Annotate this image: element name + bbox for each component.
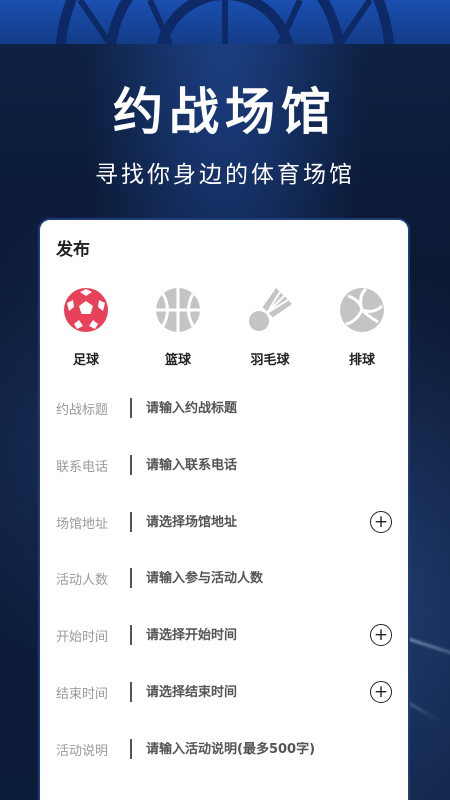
phone-input[interactable]: [146, 457, 408, 473]
field-row-description: 活动说明: [40, 734, 408, 764]
field-row-address: 场馆地址 +: [40, 507, 408, 537]
add-end-time-button[interactable]: +: [370, 681, 392, 703]
sport-option-basketball[interactable]: 篮球: [132, 286, 224, 368]
soccer-ball-icon: [64, 288, 108, 332]
start-time-input[interactable]: [146, 627, 370, 643]
field-divider: [130, 739, 132, 759]
basketball-icon: [156, 288, 200, 332]
field-row-title: 约战标题: [40, 393, 408, 423]
page-title: 约战场馆: [113, 83, 337, 141]
field-label: 联系电话: [56, 459, 109, 475]
field-divider: [130, 625, 132, 645]
page-subtitle: 寻找你身边的体育场馆: [95, 162, 355, 188]
sport-label: 篮球: [164, 353, 191, 368]
sport-label: 排球: [348, 353, 375, 368]
field-label: 约战标题: [56, 402, 109, 418]
field-label: 活动说明: [56, 743, 109, 759]
field-label: 场馆地址: [56, 516, 109, 532]
field-divider: [130, 455, 132, 475]
field-label: 开始时间: [56, 629, 109, 645]
stadium-arch-graphic: [55, 0, 395, 44]
field-row-end-time: 结束时间 +: [40, 677, 408, 707]
participants-input[interactable]: [146, 570, 408, 586]
field-divider: [130, 568, 132, 588]
sport-option-badminton[interactable]: 羽毛球: [224, 286, 316, 368]
sport-label: 足球: [72, 353, 99, 368]
add-start-time-button[interactable]: +: [370, 624, 392, 646]
shuttlecock-icon: [249, 288, 292, 331]
sport-label: 羽毛球: [250, 353, 290, 368]
field-divider: [130, 682, 132, 702]
field-label: 结束时间: [56, 686, 109, 702]
field-row-start-time: 开始时间 +: [40, 620, 408, 650]
field-row-participants: 活动人数: [40, 563, 408, 593]
field-label: 活动人数: [56, 572, 109, 588]
add-address-button[interactable]: +: [370, 511, 392, 533]
card-title: 发布: [56, 240, 90, 260]
sport-option-soccer[interactable]: 足球: [40, 286, 132, 368]
address-input[interactable]: [146, 514, 370, 530]
publish-card: 发布 足球 篮球 羽毛球 排球 约战标题 请输入约战标题 联系电话 请输入联系电…: [38, 218, 410, 800]
volleyball-icon: [340, 287, 384, 332]
description-input[interactable]: [146, 741, 408, 757]
sport-selector: 足球 篮球 羽毛球 排球: [40, 286, 408, 368]
header-banner: [0, 0, 450, 44]
title-input[interactable]: [146, 400, 408, 416]
field-divider: [130, 398, 132, 418]
field-row-phone: 联系电话: [40, 450, 408, 480]
end-time-input[interactable]: [146, 684, 370, 700]
field-divider: [130, 512, 132, 532]
sport-option-volleyball[interactable]: 排球: [316, 286, 408, 368]
